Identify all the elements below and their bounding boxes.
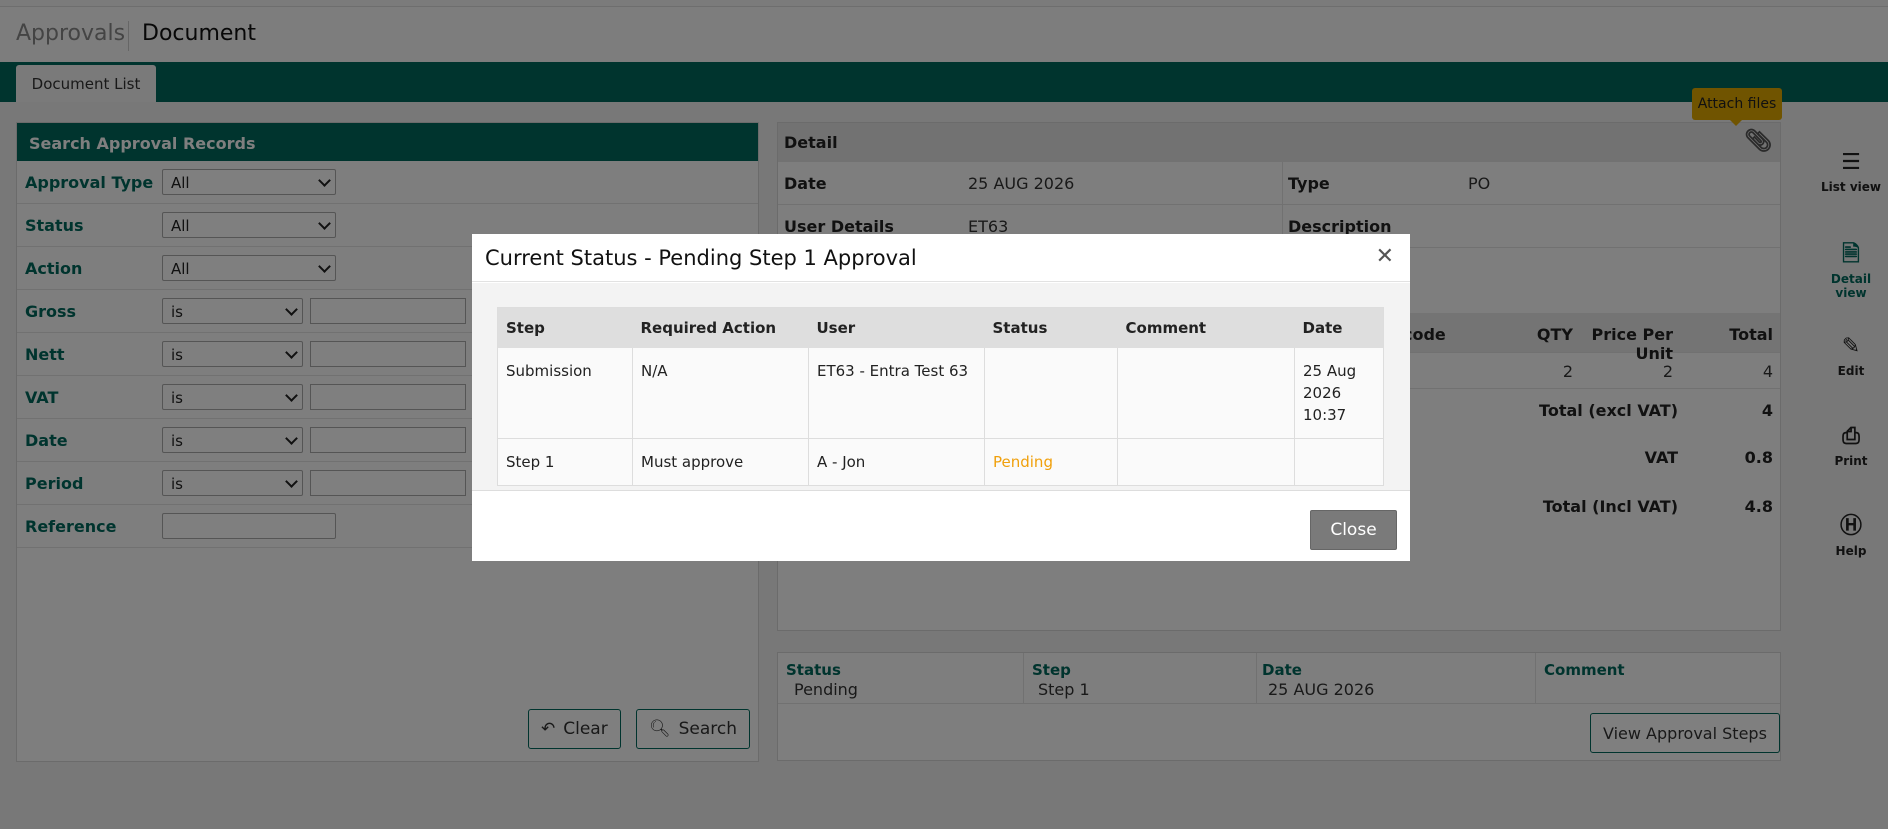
cell-date: 25 Aug 2026 10:37 bbox=[1294, 347, 1384, 439]
table-row: Submission N/A ET63 - Entra Test 63 25 A… bbox=[497, 347, 1384, 439]
cell-action: N/A bbox=[632, 347, 809, 439]
cell-status: Pending bbox=[984, 438, 1118, 486]
cell-comment bbox=[1117, 438, 1295, 486]
approval-steps-table: Step Required Action User Status Comment… bbox=[497, 307, 1384, 486]
col-user: User bbox=[808, 307, 985, 348]
col-status: Status bbox=[984, 307, 1118, 348]
close-button[interactable]: Close bbox=[1310, 510, 1397, 550]
modal-title: Current Status - Pending Step 1 Approval bbox=[485, 246, 917, 270]
col-comment: Comment bbox=[1117, 307, 1295, 348]
cell-comment bbox=[1117, 347, 1295, 439]
cell-user: ET63 - Entra Test 63 bbox=[808, 347, 985, 439]
col-date: Date bbox=[1294, 307, 1384, 348]
cell-step: Submission bbox=[497, 347, 633, 439]
col-required-action: Required Action bbox=[632, 307, 809, 348]
table-row: Step 1 Must approve A - Jon Pending bbox=[497, 438, 1384, 486]
col-step: Step bbox=[497, 307, 633, 348]
cell-action: Must approve bbox=[632, 438, 809, 486]
cell-date bbox=[1294, 438, 1384, 486]
modal-body: Step Required Action User Status Comment… bbox=[472, 283, 1410, 491]
modal-footer: Close bbox=[1310, 510, 1397, 550]
close-icon[interactable]: ✕ bbox=[1376, 244, 1394, 269]
modal-header: Current Status - Pending Step 1 Approval… bbox=[472, 234, 1410, 282]
status-modal: Current Status - Pending Step 1 Approval… bbox=[472, 234, 1410, 561]
cell-status bbox=[984, 347, 1118, 439]
table-header-row: Step Required Action User Status Comment… bbox=[497, 307, 1384, 348]
cell-user: A - Jon bbox=[808, 438, 985, 486]
cell-step: Step 1 bbox=[497, 438, 633, 486]
